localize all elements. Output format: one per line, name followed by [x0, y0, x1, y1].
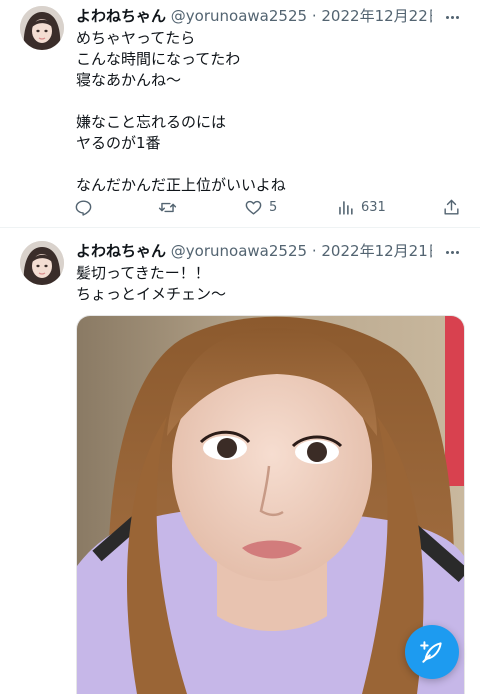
- tweet-line: [76, 154, 460, 175]
- tweet-text: 髪切ってきたー！！ ちょっとイメチェン〜: [76, 263, 460, 305]
- tweet-line: ヤるのが1番: [76, 134, 161, 152]
- tweet-line: こんな時間になってたわ: [76, 50, 241, 68]
- tweet-line: 嫌なこと忘れるのには: [76, 113, 227, 131]
- views-count: 631: [361, 199, 386, 215]
- heart-icon: [245, 200, 262, 215]
- tweet-1[interactable]: よわねちゃん @yorunoawa2525 · 2022年12月22日 めちゃヤ…: [0, 0, 480, 228]
- separator: ·: [311, 7, 317, 25]
- reply-button[interactable]: [74, 195, 93, 219]
- timestamp[interactable]: 2022年12月22日: [321, 7, 432, 25]
- share-button[interactable]: [442, 195, 461, 219]
- display-name[interactable]: よわねちゃん: [76, 7, 166, 25]
- avatar-image: [20, 241, 64, 285]
- like-count: 5: [269, 199, 278, 215]
- more-options-icon[interactable]: [442, 242, 462, 262]
- more-options-icon[interactable]: [442, 7, 462, 27]
- share-icon: [444, 199, 459, 215]
- timestamp[interactable]: 2022年12月21日: [321, 242, 432, 260]
- separator: ·: [311, 242, 317, 260]
- views-icon: [339, 200, 353, 215]
- retweet-button[interactable]: [158, 195, 177, 219]
- handle[interactable]: @yorunoawa2525: [171, 7, 307, 25]
- tweet-text: めちゃヤってたら こんな時間になってたわ 寝なあかんね〜 嫌なこと忘れるのには …: [76, 28, 460, 196]
- like-button[interactable]: 5: [244, 195, 277, 219]
- tweet-actions: 5 631: [72, 195, 466, 219]
- tweet-line: 寝なあかんね〜: [76, 71, 182, 89]
- avatar[interactable]: [20, 241, 64, 285]
- reply-icon: [75, 199, 92, 216]
- tweet-2[interactable]: よわねちゃん @yorunoawa2525 · 2022年12月21日 髪切って…: [0, 228, 480, 694]
- tweet-line: ちょっとイメチェン〜: [76, 285, 227, 303]
- tweet-photo[interactable]: [76, 315, 465, 694]
- avatar[interactable]: [20, 6, 64, 50]
- compose-tweet-button[interactable]: [405, 625, 459, 679]
- tweet-line: なんだかんだ正上位がいいよね: [76, 176, 286, 194]
- retweet-icon: [158, 202, 177, 212]
- display-name[interactable]: よわねちゃん: [76, 242, 166, 260]
- tweet-header: よわねちゃん @yorunoawa2525 · 2022年12月21日: [76, 241, 432, 261]
- tweet-line: めちゃヤってたら: [76, 29, 196, 47]
- views-button[interactable]: 631: [336, 195, 386, 219]
- tweet-header: よわねちゃん @yorunoawa2525 · 2022年12月22日: [76, 6, 432, 26]
- handle[interactable]: @yorunoawa2525: [171, 242, 307, 260]
- tweet-line: 髪切ってきたー！！: [76, 264, 210, 282]
- selfie-photo: [77, 316, 464, 694]
- avatar-image: [20, 6, 64, 50]
- compose-tweet-icon: [420, 641, 442, 663]
- tweet-line: [76, 91, 460, 112]
